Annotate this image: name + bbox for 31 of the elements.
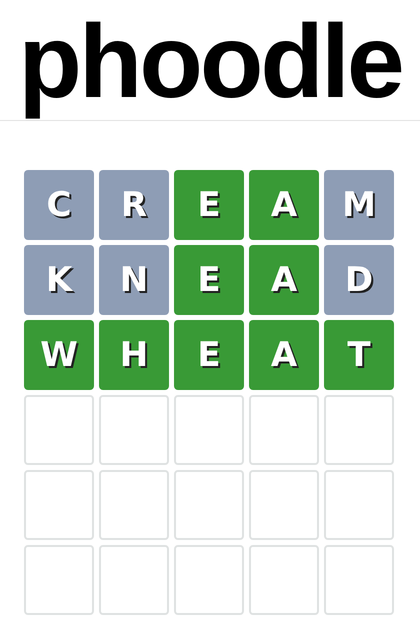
empty-tile (324, 470, 394, 540)
letter-tile: E (174, 170, 244, 240)
empty-tile (324, 545, 394, 615)
letter-tile: A (249, 320, 319, 390)
letter-tile: D (324, 245, 394, 315)
empty-tile (99, 470, 169, 540)
empty-tile (24, 545, 94, 615)
empty-tile (99, 395, 169, 465)
letter-tile: M (324, 170, 394, 240)
empty-tile (174, 395, 244, 465)
letter-tile: N (99, 245, 169, 315)
empty-tile (249, 545, 319, 615)
letter-tile: A (249, 170, 319, 240)
letter-tile: W (24, 320, 94, 390)
empty-tile (99, 545, 169, 615)
letter-tile: C (24, 170, 94, 240)
letter-tile: H (99, 320, 169, 390)
empty-tile (249, 395, 319, 465)
empty-tile (24, 470, 94, 540)
letter-tile: E (174, 320, 244, 390)
empty-tile (24, 395, 94, 465)
logo: phoodle (18, 2, 402, 122)
empty-tile (174, 545, 244, 615)
empty-tile (174, 470, 244, 540)
letter-tile: T (324, 320, 394, 390)
empty-tile (249, 470, 319, 540)
empty-tile (324, 395, 394, 465)
letter-tile: E (174, 245, 244, 315)
letter-tile: K (24, 245, 94, 315)
letter-tile: A (249, 245, 319, 315)
letter-tile: R (99, 170, 169, 240)
